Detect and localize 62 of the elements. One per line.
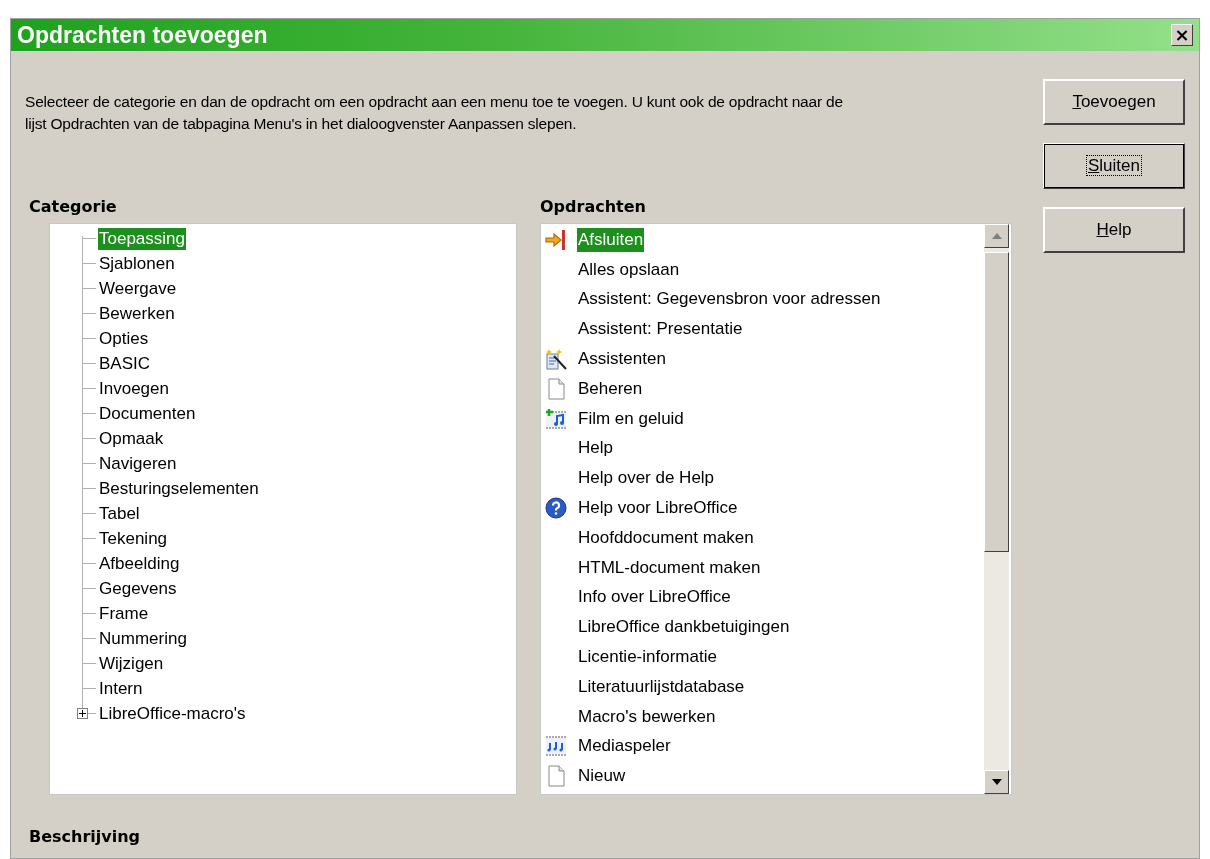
command-item[interactable]: Hoofddocument maken	[577, 525, 755, 550]
dialog-button[interactable]: Toevoegen	[1043, 79, 1185, 125]
music-notes-icon	[545, 735, 567, 758]
tree-item[interactable]: Gegevens	[98, 577, 178, 600]
tree-item[interactable]: Sjablonen	[98, 252, 176, 275]
film-music-icon	[545, 407, 567, 430]
tree-item[interactable]: Bewerken	[98, 302, 176, 325]
blank-page-icon	[545, 765, 567, 788]
tree-item[interactable]: Navigeren	[98, 452, 178, 475]
command-item[interactable]: HTML-document maken	[577, 555, 762, 580]
tree-item[interactable]: Weergave	[98, 277, 178, 300]
command-item[interactable]: Film en geluid	[577, 406, 685, 431]
tree-item[interactable]: Opmaak	[98, 427, 165, 450]
command-item[interactable]: Afsluiten	[577, 227, 645, 252]
tree-item[interactable]: BASIC	[98, 352, 152, 375]
arrow-exit-icon	[545, 228, 567, 251]
expand-icon[interactable]	[77, 708, 88, 719]
tree-item[interactable]: Frame	[98, 602, 150, 625]
command-item[interactable]: Assistenten	[577, 347, 667, 372]
command-item[interactable]: Alles opslaan	[577, 257, 681, 282]
command-item[interactable]: Mediaspeler	[577, 734, 672, 759]
scroll-up-button[interactable]	[984, 224, 1009, 248]
command-item[interactable]: Macro's bewerken	[577, 704, 717, 729]
tree-item[interactable]: Intern	[98, 677, 144, 700]
command-item[interactable]: Beheren	[577, 376, 644, 401]
command-item[interactable]: Nieuw	[577, 764, 627, 789]
command-item[interactable]: Help over de Help	[577, 466, 716, 491]
help-icon	[545, 497, 567, 520]
down-arrow-icon	[991, 779, 1002, 785]
scrollbar[interactable]	[984, 224, 1009, 794]
command-item[interactable]: Help	[577, 436, 614, 461]
command-item[interactable]: Licentie-informatie	[577, 645, 718, 670]
command-item[interactable]: Literatuurlijstdatabase	[577, 674, 746, 699]
tree-item[interactable]: Besturingselementen	[98, 477, 260, 500]
command-item[interactable]: LibreOffice dankbetuigingen	[577, 615, 791, 640]
commands-label: Opdrachten	[540, 196, 647, 218]
scroll-down-button[interactable]	[984, 770, 1009, 794]
tree-item[interactable]: Opties	[98, 327, 150, 350]
command-item[interactable]: Assistent: Presentatie	[577, 317, 744, 342]
tree-item[interactable]: Invoegen	[98, 377, 170, 400]
tree-item[interactable]: Nummering	[98, 627, 188, 650]
command-item[interactable]: Assistent: Gegevensbron voor adressen	[577, 287, 882, 312]
tree-item[interactable]: Wijzigen	[98, 652, 165, 675]
dialog-button[interactable]: Help	[1043, 207, 1185, 253]
command-item[interactable]: Info over LibreOffice	[577, 585, 732, 610]
category-label: Categorie	[28, 196, 118, 218]
description-label: Beschrijving	[28, 826, 142, 848]
tree-item[interactable]: LibreOffice-macro's	[98, 702, 247, 725]
tree-item[interactable]: Tekening	[98, 527, 169, 550]
command-item[interactable]: Help voor LibreOffice	[577, 496, 739, 521]
magic-wand-icon	[545, 348, 567, 371]
instruction-text: Selecteer de categorie en dan de opdracht om een opdracht aan een menu toe te voegen. U kunt ook de opdracht naar de lijst Opdrachten van de tabpagina Menu's in het dialoogvenster Aanpassen slepen.	[25, 92, 844, 134]
tree-item[interactable]: Documenten	[98, 402, 197, 425]
blank-page-icon	[545, 377, 567, 400]
scroll-thumb[interactable]	[984, 252, 1009, 552]
close-button[interactable]: ×	[1171, 24, 1193, 46]
tree-item[interactable]: Afbeelding	[98, 552, 181, 575]
up-arrow-icon	[991, 233, 1002, 239]
tree-item[interactable]: Tabel	[98, 502, 141, 525]
tree-item[interactable]: Toepassing	[98, 227, 186, 250]
dialog-button[interactable]: Sluiten	[1043, 143, 1185, 189]
window-title: Opdrachten toevoegen	[17, 20, 268, 50]
